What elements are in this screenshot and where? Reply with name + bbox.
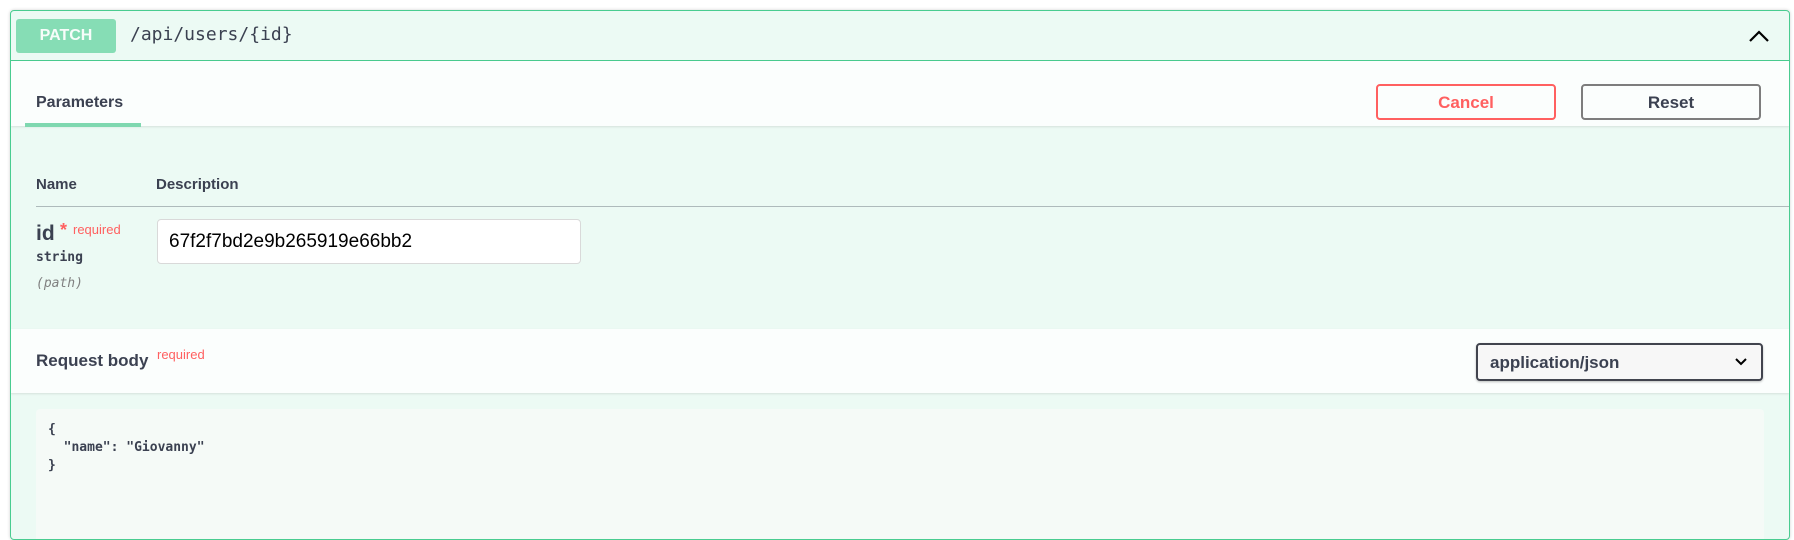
request-body-header: Request body required application/json: [11, 329, 1789, 393]
reset-button[interactable]: Reset: [1581, 84, 1761, 120]
operation-summary[interactable]: PATCH /api/users/{id}: [11, 11, 1789, 61]
content-type-select[interactable]: application/json: [1476, 343, 1763, 381]
column-header-name: Name: [36, 176, 77, 193]
param-location: (path): [36, 276, 83, 291]
param-type: string: [36, 250, 83, 265]
request-body-editor[interactable]: { "name": "Giovanny" }: [36, 409, 1764, 539]
parameters-table: Name Description id * required string (p…: [11, 126, 1789, 329]
parameters-section-header: Parameters Cancel Reset: [11, 61, 1789, 127]
endpoint-path: /api/users/{id}: [130, 24, 293, 45]
content-type-value: application/json: [1490, 353, 1620, 372]
cancel-button[interactable]: Cancel: [1376, 84, 1556, 120]
id-input[interactable]: [157, 219, 581, 264]
param-required-label: required: [73, 222, 121, 237]
chevron-up-icon[interactable]: [1745, 22, 1773, 50]
table-header-divider: [36, 206, 1789, 207]
chevron-down-icon: [1735, 358, 1747, 366]
request-body-title: Request body: [36, 351, 149, 370]
tab-parameters[interactable]: Parameters: [36, 94, 123, 112]
required-star: *: [60, 220, 68, 240]
operation-block-patch: PATCH /api/users/{id} Parameters Cancel …: [10, 10, 1790, 540]
method-badge: PATCH: [16, 19, 116, 53]
param-name: id: [36, 222, 55, 245]
request-body-required-label: required: [157, 347, 205, 362]
column-header-description: Description: [156, 176, 239, 193]
